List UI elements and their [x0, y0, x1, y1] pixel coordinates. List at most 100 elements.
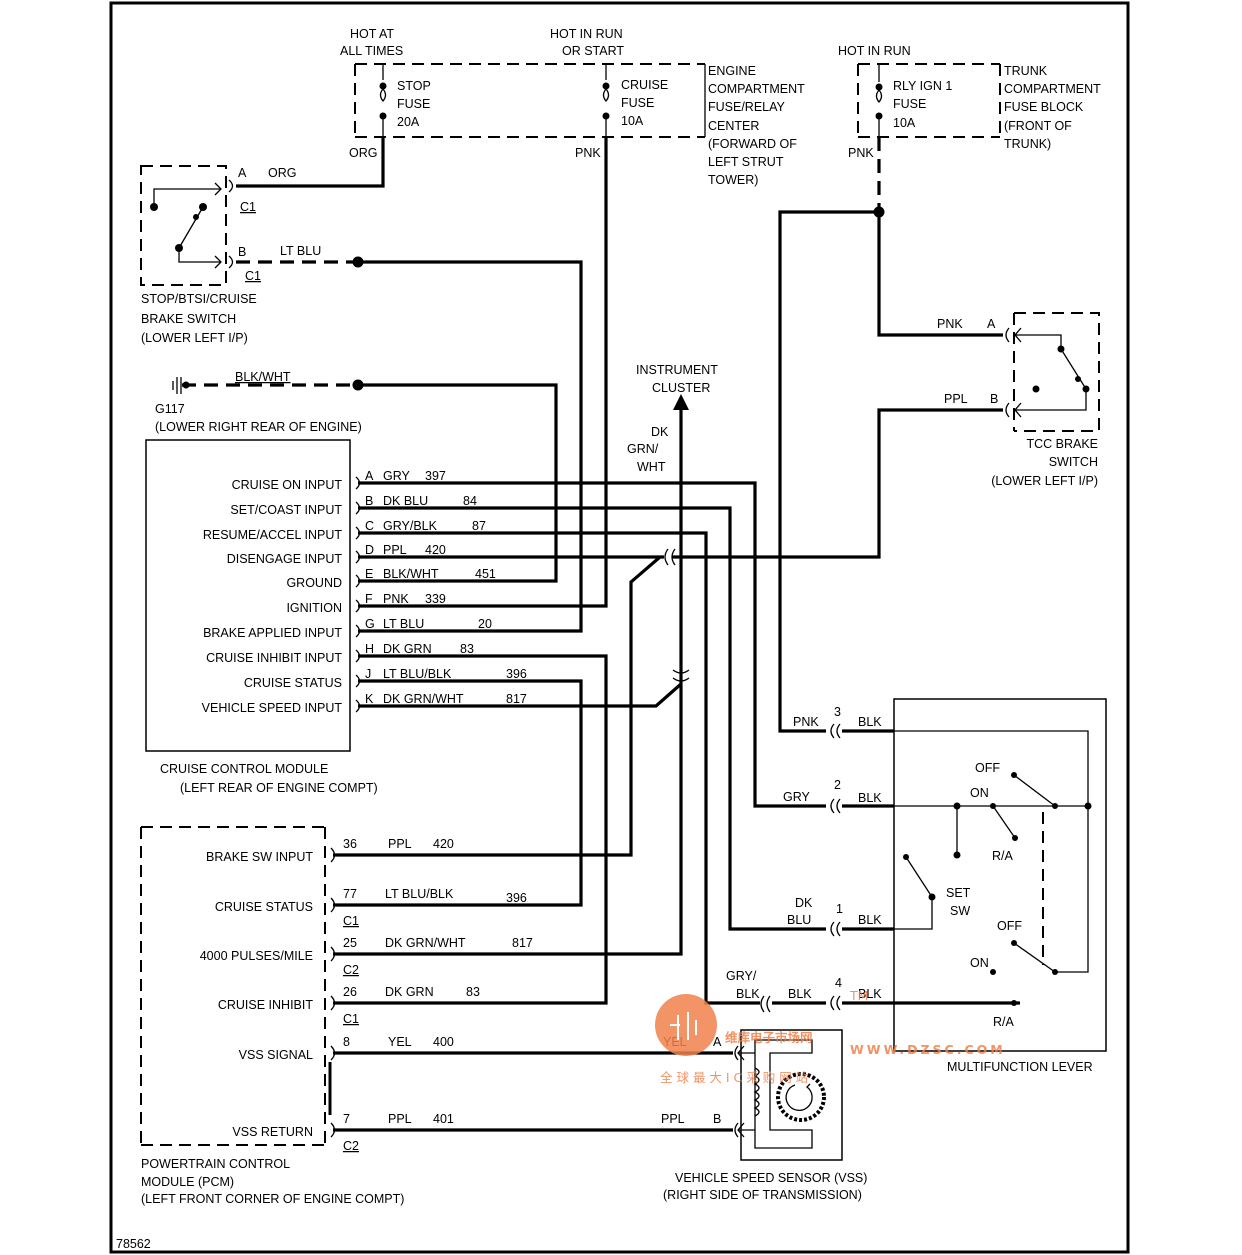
- lever-pin1-wire-out: BLK: [858, 913, 882, 927]
- pcm-circuit-number: 400: [433, 1035, 454, 1049]
- arrow-up-icon: [673, 394, 689, 410]
- connector-icon: [830, 921, 841, 937]
- stop-fuse-label: STOP: [397, 79, 431, 93]
- ground-name: G117: [155, 402, 185, 416]
- pcm-pin-function-label: BRAKE SW INPUT: [206, 850, 313, 864]
- lever-pin3: 3: [834, 705, 841, 719]
- pin-function-label: VEHICLE SPEED INPUT: [202, 701, 343, 715]
- pin-letter: A: [365, 469, 374, 483]
- pcm-connector-id: C1: [343, 1012, 359, 1026]
- lever-pin2-wire-out: BLK: [858, 791, 882, 805]
- connector-icon: [330, 1045, 336, 1061]
- pin-function-label: GROUND: [286, 576, 342, 590]
- tcc-brake-switch: PNK A PPL B TCC BRAKE SWITCH (LOWER LEFT…: [937, 312, 1100, 488]
- brake-switch-name: STOP/BTSI/CRUISE: [141, 292, 257, 306]
- wire-color-label: DK GRN/WHT: [383, 692, 464, 706]
- circuit-number: 20: [478, 617, 492, 631]
- cruise-fuse-icon: [602, 64, 610, 137]
- trunk-label-5: TRUNK): [1004, 137, 1051, 151]
- watermark-url: WWW.DZSC.COM: [850, 1042, 1006, 1057]
- circuit-number: 396: [506, 667, 527, 681]
- stop-fuse-rating: 20A: [397, 115, 420, 129]
- pcm-name: POWERTRAIN CONTROL: [141, 1157, 290, 1171]
- wire-org: [236, 137, 385, 188]
- switch-off-top: OFF: [975, 761, 1000, 775]
- pcm-pin-row: VSS RETURN 7 PPL 401 C2: [232, 1112, 453, 1153]
- figure-id: 78562: [116, 1237, 151, 1251]
- wire-label-pnk-trunk: PNK: [848, 146, 874, 160]
- tcc-switch-location: (LOWER LEFT I/P): [991, 474, 1098, 488]
- multifunction-lever: PNK 3 BLK GRY 2 BLK DK BLU 1 BLK GRY/ BL…: [726, 698, 1107, 1074]
- wire-color-label: DK GRN: [383, 642, 432, 656]
- stop-fuse-label-2: FUSE: [397, 97, 430, 111]
- wire-color-label: BLK/WHT: [383, 567, 439, 581]
- watermark-tm: TM: [849, 988, 868, 1003]
- wire-dk-grn-83: [333, 654, 608, 1005]
- pcm-pin-function-label: VSS RETURN: [232, 1125, 313, 1139]
- connector-icon: [734, 1045, 739, 1138]
- pcm-pin-row: CRUISE INHIBIT 26 DK GRN 83 C1: [218, 985, 480, 1026]
- pin-letter: H: [365, 642, 374, 656]
- pcm-wire-color-label: LT BLU/BLK: [385, 887, 454, 901]
- connector-icon: [330, 1122, 336, 1138]
- lever-pin1-wire-in-2: BLU: [787, 913, 811, 927]
- pcm-connector-id: C1: [343, 914, 359, 928]
- cruise-module-pin-row: CRUISE ON INPUT A GRY 397: [232, 469, 446, 492]
- pcm-circuit-number: 83: [466, 985, 480, 999]
- cruise-module-pin-row: BRAKE APPLIED INPUT G LT BLU 20: [203, 617, 492, 640]
- vss-box: [740, 1029, 843, 1161]
- hot-in-run-or-start-label-2: OR START: [562, 44, 624, 58]
- wire-color-label: GRY: [383, 469, 411, 483]
- engine-center-label-2: COMPARTMENT: [708, 82, 805, 96]
- engine-center-label-7: TOWER): [708, 173, 758, 187]
- connector-icon: [355, 476, 361, 490]
- connector-icon: [355, 624, 361, 638]
- connector-icon: [355, 550, 361, 564]
- trunk-label-1: TRUNK: [1004, 64, 1048, 78]
- brake-switch-pin-b: B: [238, 245, 246, 259]
- instrument-cluster: INSTRUMENT CLUSTER DK GRN/ WHT: [627, 363, 718, 474]
- pin-function-label: SET/COAST INPUT: [230, 503, 342, 517]
- multifunction-lever-name: MULTIFUNCTION LEVER: [947, 1060, 1093, 1074]
- pcm-wire-color-label: DK GRN/WHT: [385, 936, 466, 950]
- cruise-module-pin-row: VEHICLE SPEED INPUT K DK GRN/WHT 817: [202, 692, 527, 715]
- tcc-switch-name-2: SWITCH: [1049, 455, 1098, 469]
- watermark-title: 维库电子市场网: [725, 1030, 813, 1045]
- pcm-pin-function-label: CRUISE INHIBIT: [218, 998, 314, 1012]
- cruise-module-pin-row: DISENGAGE INPUT D PPL 420: [227, 543, 446, 566]
- wire-color-label: DK BLU: [383, 494, 428, 508]
- pin-letter: E: [365, 567, 373, 581]
- pcm-circuit-number: 396: [506, 891, 527, 905]
- switch-ra-top: R/A: [992, 849, 1014, 863]
- circuit-number: 817: [506, 692, 527, 706]
- wire-color-label: PNK: [383, 592, 409, 606]
- ground-location: (LOWER RIGHT REAR OF ENGINE): [155, 420, 362, 434]
- brake-switch-conn-b: C1: [245, 269, 261, 283]
- pin-letter: C: [365, 519, 374, 533]
- rly-ign-fuse-label-2: FUSE: [893, 97, 926, 111]
- pcm-pin-function-label: CRUISE STATUS: [215, 900, 313, 914]
- wire-label-org: ORG: [349, 146, 377, 160]
- connector-icon: [830, 995, 841, 1011]
- switch-ra-bottom: R/A: [993, 1015, 1015, 1029]
- pin-letter: J: [365, 667, 371, 681]
- cruise-module-pin-row: IGNITION F PNK 339: [286, 592, 445, 615]
- pin-letter: K: [365, 692, 374, 706]
- circuit-number: 87: [472, 519, 486, 533]
- pin-function-label: CRUISE ON INPUT: [232, 478, 343, 492]
- pin-letter: G: [365, 617, 375, 631]
- ground-wire-label: BLK/WHT: [235, 370, 291, 384]
- pcm-wire-color-label: DK GRN: [385, 985, 434, 999]
- connector-icon: [330, 946, 336, 962]
- lever-pin4-wire-mid: BLK: [788, 987, 812, 1001]
- engine-center-label-6: LEFT STRUT: [708, 155, 784, 169]
- connector-icon: [355, 501, 361, 515]
- pcm-pin-number: 25: [343, 936, 357, 950]
- pin-letter: B: [365, 494, 373, 508]
- tcc-pin-a: A: [987, 317, 996, 331]
- cruise-fuse-rating: 10A: [621, 114, 644, 128]
- hot-in-run-or-start-label: HOT IN RUN: [550, 27, 623, 41]
- pcm-pin-function-label: VSS SIGNAL: [239, 1048, 313, 1062]
- vss-location: (RIGHT SIDE OF TRANSMISSION): [663, 1188, 862, 1202]
- switch-on-bottom: ON: [970, 956, 989, 970]
